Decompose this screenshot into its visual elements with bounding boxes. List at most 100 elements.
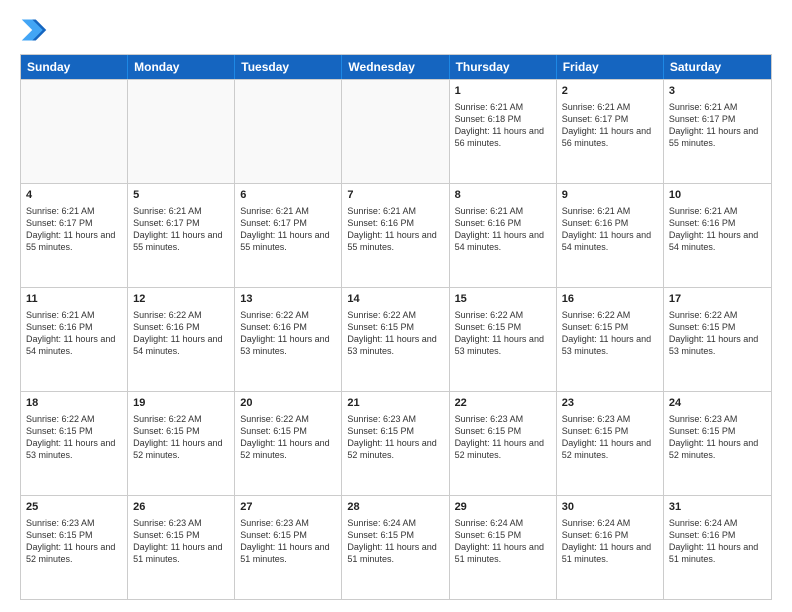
cell-details: Sunrise: 6:23 AMSunset: 6:15 PMDaylight:… xyxy=(26,517,122,566)
logo xyxy=(20,16,52,44)
day-number: 30 xyxy=(562,500,658,515)
cell-details: Sunrise: 6:22 AMSunset: 6:16 PMDaylight:… xyxy=(133,309,229,358)
header xyxy=(20,16,772,44)
calendar-header-cell: Wednesday xyxy=(342,55,449,79)
cell-details: Sunrise: 6:24 AMSunset: 6:16 PMDaylight:… xyxy=(562,517,658,566)
day-number: 22 xyxy=(455,396,551,411)
cell-details: Sunrise: 6:21 AMSunset: 6:18 PMDaylight:… xyxy=(455,101,551,150)
day-number: 10 xyxy=(669,188,766,203)
calendar-cell: 1 Sunrise: 6:21 AMSunset: 6:18 PMDaylight… xyxy=(450,80,557,183)
day-number: 27 xyxy=(240,500,336,515)
calendar-cell: 21 Sunrise: 6:23 AMSunset: 6:15 PMDayligh… xyxy=(342,392,449,495)
calendar-row: 25 Sunrise: 6:23 AMSunset: 6:15 PMDayligh… xyxy=(21,495,771,599)
calendar-cell: 27 Sunrise: 6:23 AMSunset: 6:15 PMDayligh… xyxy=(235,496,342,599)
calendar-header-cell: Friday xyxy=(557,55,664,79)
cell-details: Sunrise: 6:23 AMSunset: 6:15 PMDaylight:… xyxy=(133,517,229,566)
cell-details: Sunrise: 6:22 AMSunset: 6:15 PMDaylight:… xyxy=(347,309,443,358)
calendar-cell: 14 Sunrise: 6:22 AMSunset: 6:15 PMDayligh… xyxy=(342,288,449,391)
day-number: 16 xyxy=(562,292,658,307)
day-number: 7 xyxy=(347,188,443,203)
calendar-cell xyxy=(235,80,342,183)
cell-details: Sunrise: 6:21 AMSunset: 6:16 PMDaylight:… xyxy=(347,205,443,254)
cell-details: Sunrise: 6:24 AMSunset: 6:15 PMDaylight:… xyxy=(347,517,443,566)
calendar-cell: 26 Sunrise: 6:23 AMSunset: 6:15 PMDayligh… xyxy=(128,496,235,599)
day-number: 3 xyxy=(669,84,766,99)
calendar: SundayMondayTuesdayWednesdayThursdayFrid… xyxy=(20,54,772,600)
cell-details: Sunrise: 6:22 AMSunset: 6:15 PMDaylight:… xyxy=(133,413,229,462)
calendar-header-cell: Sunday xyxy=(21,55,128,79)
day-number: 28 xyxy=(347,500,443,515)
cell-details: Sunrise: 6:22 AMSunset: 6:15 PMDaylight:… xyxy=(669,309,766,358)
day-number: 19 xyxy=(133,396,229,411)
calendar-header-cell: Tuesday xyxy=(235,55,342,79)
day-number: 14 xyxy=(347,292,443,307)
day-number: 29 xyxy=(455,500,551,515)
day-number: 31 xyxy=(669,500,766,515)
calendar-cell: 22 Sunrise: 6:23 AMSunset: 6:15 PMDayligh… xyxy=(450,392,557,495)
cell-details: Sunrise: 6:22 AMSunset: 6:15 PMDaylight:… xyxy=(562,309,658,358)
calendar-cell xyxy=(342,80,449,183)
calendar-cell: 24 Sunrise: 6:23 AMSunset: 6:15 PMDayligh… xyxy=(664,392,771,495)
day-number: 6 xyxy=(240,188,336,203)
calendar-cell: 28 Sunrise: 6:24 AMSunset: 6:15 PMDayligh… xyxy=(342,496,449,599)
calendar-header-cell: Monday xyxy=(128,55,235,79)
cell-details: Sunrise: 6:21 AMSunset: 6:17 PMDaylight:… xyxy=(240,205,336,254)
cell-details: Sunrise: 6:22 AMSunset: 6:15 PMDaylight:… xyxy=(455,309,551,358)
day-number: 1 xyxy=(455,84,551,99)
cell-details: Sunrise: 6:24 AMSunset: 6:15 PMDaylight:… xyxy=(455,517,551,566)
calendar-cell: 7 Sunrise: 6:21 AMSunset: 6:16 PMDaylight… xyxy=(342,184,449,287)
calendar-cell xyxy=(128,80,235,183)
cell-details: Sunrise: 6:21 AMSunset: 6:17 PMDaylight:… xyxy=(133,205,229,254)
calendar-row: 11 Sunrise: 6:21 AMSunset: 6:16 PMDayligh… xyxy=(21,287,771,391)
cell-details: Sunrise: 6:24 AMSunset: 6:16 PMDaylight:… xyxy=(669,517,766,566)
calendar-cell xyxy=(21,80,128,183)
calendar-cell: 4Sunrise: 6:21 AMSunset: 6:17 PMDaylight… xyxy=(21,184,128,287)
calendar-cell: 15Sunrise: 6:22 AMSunset: 6:15 PMDayligh… xyxy=(450,288,557,391)
calendar-cell: 13Sunrise: 6:22 AMSunset: 6:16 PMDayligh… xyxy=(235,288,342,391)
calendar-cell: 23 Sunrise: 6:23 AMSunset: 6:15 PMDayligh… xyxy=(557,392,664,495)
cell-details: Sunrise: 6:21 AMSunset: 6:16 PMDaylight:… xyxy=(669,205,766,254)
calendar-cell: 25 Sunrise: 6:23 AMSunset: 6:15 PMDayligh… xyxy=(21,496,128,599)
day-number: 12 xyxy=(133,292,229,307)
cell-details: Sunrise: 6:23 AMSunset: 6:15 PMDaylight:… xyxy=(347,413,443,462)
cell-details: Sunrise: 6:23 AMSunset: 6:15 PMDaylight:… xyxy=(562,413,658,462)
calendar-cell: 29 Sunrise: 6:24 AMSunset: 6:15 PMDayligh… xyxy=(450,496,557,599)
cell-details: Sunrise: 6:23 AMSunset: 6:15 PMDaylight:… xyxy=(455,413,551,462)
day-number: 11 xyxy=(26,292,122,307)
day-number: 26 xyxy=(133,500,229,515)
calendar-cell: 17Sunrise: 6:22 AMSunset: 6:15 PMDayligh… xyxy=(664,288,771,391)
calendar-row: 1 Sunrise: 6:21 AMSunset: 6:18 PMDaylight… xyxy=(21,79,771,183)
day-number: 13 xyxy=(240,292,336,307)
day-number: 5 xyxy=(133,188,229,203)
calendar-cell: 8Sunrise: 6:21 AMSunset: 6:16 PMDaylight… xyxy=(450,184,557,287)
cell-details: Sunrise: 6:22 AMSunset: 6:15 PMDaylight:… xyxy=(26,413,122,462)
calendar-cell: 12 Sunrise: 6:22 AMSunset: 6:16 PMDayligh… xyxy=(128,288,235,391)
cell-details: Sunrise: 6:21 AMSunset: 6:17 PMDaylight:… xyxy=(669,101,766,150)
calendar-row: 18 Sunrise: 6:22 AMSunset: 6:15 PMDayligh… xyxy=(21,391,771,495)
day-number: 20 xyxy=(240,396,336,411)
day-number: 23 xyxy=(562,396,658,411)
calendar-cell: 2Sunrise: 6:21 AMSunset: 6:17 PMDaylight… xyxy=(557,80,664,183)
calendar-cell: 10 Sunrise: 6:21 AMSunset: 6:16 PMDayligh… xyxy=(664,184,771,287)
day-number: 9 xyxy=(562,188,658,203)
cell-details: Sunrise: 6:21 AMSunset: 6:17 PMDaylight:… xyxy=(562,101,658,150)
calendar-cell: 5 Sunrise: 6:21 AMSunset: 6:17 PMDaylight… xyxy=(128,184,235,287)
day-number: 25 xyxy=(26,500,122,515)
calendar-header-cell: Thursday xyxy=(450,55,557,79)
calendar-cell: 9 Sunrise: 6:21 AMSunset: 6:16 PMDaylight… xyxy=(557,184,664,287)
calendar-cell: 20Sunrise: 6:22 AMSunset: 6:15 PMDayligh… xyxy=(235,392,342,495)
day-number: 21 xyxy=(347,396,443,411)
cell-details: Sunrise: 6:21 AMSunset: 6:16 PMDaylight:… xyxy=(562,205,658,254)
calendar-cell: 30 Sunrise: 6:24 AMSunset: 6:16 PMDayligh… xyxy=(557,496,664,599)
calendar-cell: 6 Sunrise: 6:21 AMSunset: 6:17 PMDaylight… xyxy=(235,184,342,287)
cell-details: Sunrise: 6:23 AMSunset: 6:15 PMDaylight:… xyxy=(669,413,766,462)
cell-details: Sunrise: 6:21 AMSunset: 6:16 PMDaylight:… xyxy=(455,205,551,254)
page: SundayMondayTuesdayWednesdayThursdayFrid… xyxy=(0,0,792,612)
day-number: 18 xyxy=(26,396,122,411)
calendar-cell: 18 Sunrise: 6:22 AMSunset: 6:15 PMDayligh… xyxy=(21,392,128,495)
calendar-row: 4Sunrise: 6:21 AMSunset: 6:17 PMDaylight… xyxy=(21,183,771,287)
calendar-body: 1 Sunrise: 6:21 AMSunset: 6:18 PMDaylight… xyxy=(21,79,771,599)
cell-details: Sunrise: 6:21 AMSunset: 6:16 PMDaylight:… xyxy=(26,309,122,358)
day-number: 24 xyxy=(669,396,766,411)
cell-details: Sunrise: 6:23 AMSunset: 6:15 PMDaylight:… xyxy=(240,517,336,566)
